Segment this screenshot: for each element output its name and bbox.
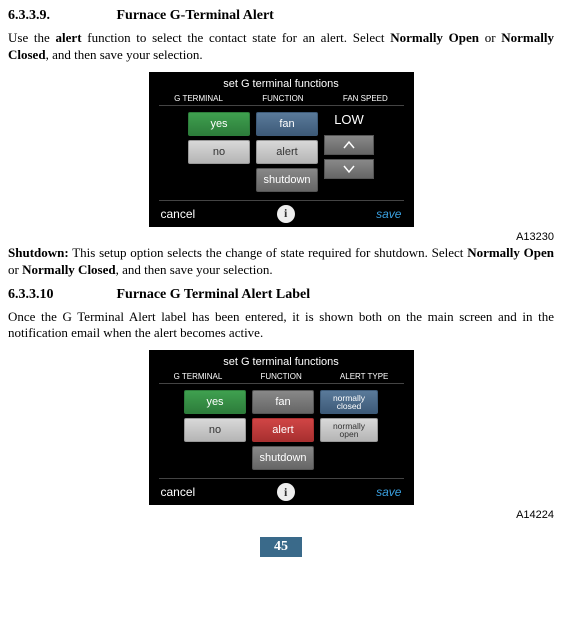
- save-button[interactable]: save: [376, 207, 401, 221]
- fan-button[interactable]: fan: [252, 390, 314, 414]
- yes-button[interactable]: yes: [188, 112, 250, 136]
- chevron-down-icon: [343, 164, 355, 174]
- cancel-button[interactable]: cancel: [161, 207, 196, 221]
- text: closed: [337, 402, 362, 411]
- g-terminal-column: yes no: [188, 112, 250, 192]
- separator: [159, 383, 404, 384]
- text: open: [340, 430, 359, 439]
- text: or: [8, 262, 22, 277]
- shutdown-button[interactable]: shutdown: [256, 168, 318, 192]
- bold-text: Normally Open: [390, 30, 479, 45]
- text: or: [479, 30, 501, 45]
- info-icon[interactable]: i: [277, 483, 295, 501]
- bold-text: Normally Closed: [22, 262, 116, 277]
- no-button[interactable]: no: [188, 140, 250, 164]
- shutdown-button[interactable]: shutdown: [252, 446, 314, 470]
- bold-text: alert: [56, 30, 82, 45]
- section2-paragraph: Once the G Terminal Alert label has been…: [8, 309, 554, 343]
- section-title-1: Furnace G-Terminal Alert: [117, 8, 274, 23]
- page-number: 45: [260, 537, 302, 557]
- text: This setup option selects the change of …: [69, 245, 467, 260]
- header-alert-type: ALERT TYPE: [340, 372, 388, 381]
- screen-title: set G terminal functions: [149, 78, 414, 90]
- section-heading-2: 6.3.3.10 Furnace G Terminal Alert Label: [8, 287, 554, 303]
- separator: [159, 105, 404, 106]
- column-headers: G TERMINAL FUNCTION FAN SPEED: [149, 94, 414, 103]
- separator: [159, 478, 404, 479]
- chevron-up-icon: [343, 140, 355, 150]
- section1-paragraph: Use the alert function to select the con…: [8, 30, 554, 64]
- save-button[interactable]: save: [376, 485, 401, 499]
- up-arrow-button[interactable]: [324, 135, 374, 155]
- yes-button[interactable]: yes: [184, 390, 246, 414]
- function-column: fan alert shutdown: [252, 390, 314, 470]
- header-function: FUNCTION: [260, 372, 301, 381]
- device-screen-2: set G terminal functions G TERMINAL FUNC…: [149, 350, 414, 505]
- text: function to select the contact state for…: [82, 30, 391, 45]
- columns-row: yes no fan alert shutdown normally close…: [149, 390, 414, 470]
- header-g-terminal: G TERMINAL: [174, 372, 223, 381]
- fan-speed-column: LOW: [324, 112, 374, 192]
- section-heading-1: 6.3.3.9. Furnace G-Terminal Alert: [8, 8, 554, 24]
- alert-button[interactable]: alert: [252, 418, 314, 442]
- header-function: FUNCTION: [262, 94, 303, 103]
- fan-speed-value: LOW: [334, 112, 364, 127]
- shutdown-paragraph: Shutdown: This setup option selects the …: [8, 245, 554, 279]
- screen-footer: cancel i save: [149, 483, 414, 501]
- header-g-terminal: G TERMINAL: [174, 94, 223, 103]
- section-title-2: Furnace G Terminal Alert Label: [117, 287, 311, 302]
- normally-closed-button[interactable]: normally closed: [320, 390, 378, 414]
- figure-id-1: A13230: [8, 231, 554, 243]
- text: , and then save your selection.: [46, 47, 203, 62]
- figure-id-2: A14224: [8, 509, 554, 521]
- g-terminal-column: yes no: [184, 390, 246, 470]
- figure-1: set G terminal functions G TERMINAL FUNC…: [8, 72, 554, 227]
- info-icon[interactable]: i: [277, 205, 295, 223]
- bold-text: Normally Open: [467, 245, 554, 260]
- screen-footer: cancel i save: [149, 205, 414, 223]
- header-fan-speed: FAN SPEED: [343, 94, 388, 103]
- column-headers: G TERMINAL FUNCTION ALERT TYPE: [149, 372, 414, 381]
- shutdown-label: Shutdown:: [8, 245, 69, 260]
- function-column: fan alert shutdown: [256, 112, 318, 192]
- separator: [159, 200, 404, 201]
- screen-title: set G terminal functions: [149, 356, 414, 368]
- no-button[interactable]: no: [184, 418, 246, 442]
- fan-button[interactable]: fan: [256, 112, 318, 136]
- section-number-1: 6.3.3.9.: [8, 8, 113, 24]
- alert-type-column: normally closed normally open: [320, 390, 378, 470]
- columns-row: yes no fan alert shutdown LOW: [149, 112, 414, 192]
- normally-open-button[interactable]: normally open: [320, 418, 378, 442]
- page-number-wrap: 45: [8, 537, 554, 557]
- device-screen-1: set G terminal functions G TERMINAL FUNC…: [149, 72, 414, 227]
- section-number-2: 6.3.3.10: [8, 287, 113, 303]
- text: , and then save your selection.: [116, 262, 273, 277]
- alert-button[interactable]: alert: [256, 140, 318, 164]
- text: Use the: [8, 30, 56, 45]
- cancel-button[interactable]: cancel: [161, 485, 196, 499]
- figure-2: set G terminal functions G TERMINAL FUNC…: [8, 350, 554, 505]
- down-arrow-button[interactable]: [324, 159, 374, 179]
